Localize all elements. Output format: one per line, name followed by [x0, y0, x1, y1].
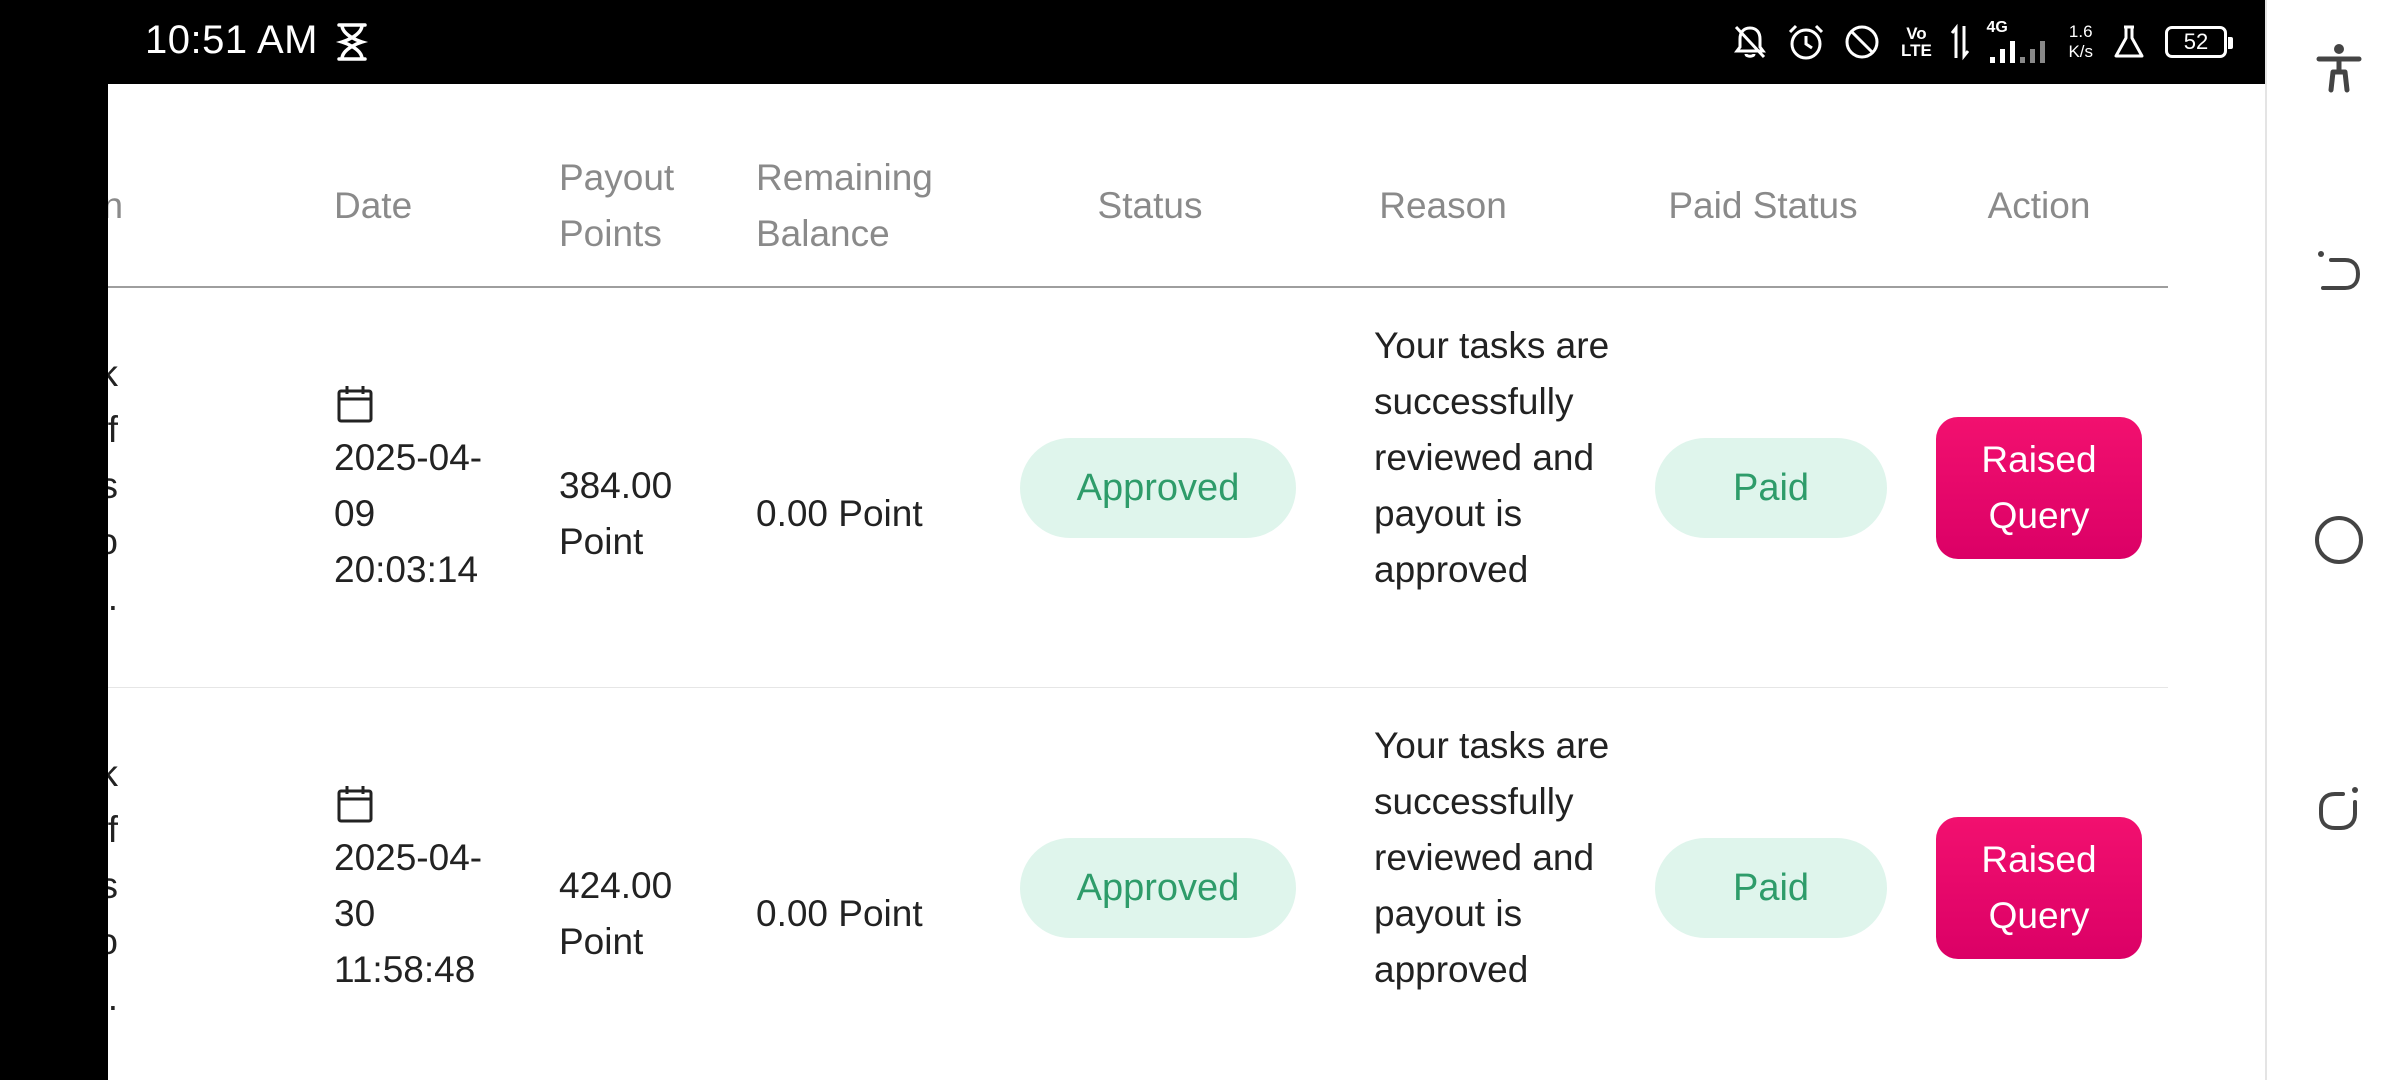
header-description: Description — [108, 185, 124, 226]
home-icon[interactable] — [2311, 512, 2367, 568]
signal-icon — [1990, 41, 2046, 63]
bell-off-icon — [1734, 25, 1767, 59]
left-edge — [0, 84, 108, 1080]
table-row: Bank Transfer of Points 384.00 to ... 20… — [108, 288, 2168, 688]
battery-indicator: 52 — [2165, 26, 2233, 58]
row-date: 2025-04-30 11:58:48 — [334, 837, 483, 990]
row-description: Bank Transfer of Points 384.00 to ... — [108, 353, 118, 618]
navigation-rail — [2265, 0, 2408, 1080]
table-row: Bank Transfer of Points 424.00 to ... 20… — [108, 688, 2168, 1080]
row-remaining-balance: 0.00 Point — [756, 893, 923, 934]
row-description: Bank Transfer of Points 424.00 to ... — [108, 753, 118, 1018]
header-date: Date — [334, 185, 413, 226]
header-status: Status — [1097, 185, 1203, 226]
alarm-icon — [1789, 24, 1824, 60]
status-badge: Approved — [1020, 438, 1296, 538]
header-payout-points: Payout Points — [559, 157, 675, 254]
status-badge: Approved — [1020, 838, 1296, 938]
header-action: Action — [1987, 185, 2091, 226]
flask-icon — [2114, 25, 2144, 58]
row-payout-points: 424.00 Point — [559, 865, 673, 962]
status-bar: 10:51 AM Vo LTE 4G 1.6 K/s 52 — [0, 0, 2265, 84]
paid-status-badge: Paid — [1655, 838, 1887, 938]
status-icons: Vo LTE 4G 1.6 K/s 52 — [1730, 16, 2233, 68]
data-arrows-icon — [1951, 23, 1970, 61]
signal-4g: 4G — [1986, 19, 2052, 65]
calendar-icon — [337, 786, 373, 823]
table-header: Description Date Payout Points Remaining… — [108, 84, 2168, 288]
calendar-icon — [337, 386, 373, 423]
row-reason: Your tasks are successfully reviewed and… — [1374, 725, 1610, 990]
raised-query-button[interactable]: Raised Query — [1936, 817, 2142, 959]
back-icon[interactable] — [2311, 242, 2367, 298]
header-remaining-balance: Remaining Balance — [756, 157, 933, 254]
network-speed: 1.6 K/s — [2068, 22, 2093, 61]
do-not-disturb-icon — [1845, 25, 1879, 59]
header-paid-status: Paid Status — [1668, 185, 1858, 226]
raised-query-button[interactable]: Raised Query — [1936, 417, 2142, 559]
status-time: 10:51 AM — [145, 18, 319, 62]
accessibility-icon[interactable] — [2311, 40, 2367, 96]
row-remaining-balance: 0.00 Point — [756, 493, 923, 534]
payout-table: Description Date Payout Points Remaining… — [108, 84, 2168, 1080]
hourglass-icon — [335, 23, 369, 61]
volte-indicator: Vo LTE — [1901, 24, 1932, 60]
row-date: 2025-04-09 20:03:14 — [334, 437, 483, 590]
row-reason: Your tasks are successfully reviewed and… — [1374, 325, 1610, 590]
payout-history: Description Date Payout Points Remaining… — [108, 84, 2265, 1080]
paid-status-badge: Paid — [1655, 438, 1887, 538]
row-payout-points: 384.00 Point — [559, 465, 673, 562]
header-reason: Reason — [1379, 185, 1507, 226]
recents-icon[interactable] — [2311, 780, 2367, 836]
